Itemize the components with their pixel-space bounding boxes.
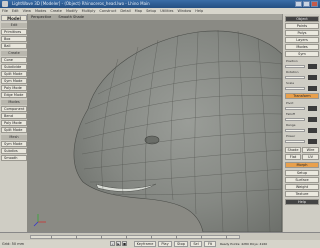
ball-label: Ball bbox=[4, 44, 11, 48]
power-label: Power bbox=[286, 134, 296, 138]
falloff-label: Falloff bbox=[286, 112, 295, 116]
split-mode-button[interactable]: Split Mode bbox=[1, 71, 27, 77]
box-label: Box bbox=[4, 37, 11, 41]
maximize-icon[interactable] bbox=[303, 1, 310, 7]
window-title: LightWave 3D [Modeler] - (Object) Rhinoc… bbox=[12, 1, 150, 6]
axis-icon bbox=[33, 214, 46, 227]
poly-mode-button[interactable]: Poly Mode bbox=[1, 85, 27, 91]
timeline bbox=[0, 232, 320, 240]
subdivide-button[interactable]: Subdivide bbox=[1, 64, 27, 70]
range-label: Range bbox=[286, 123, 296, 127]
poly-mode-label: Poly Mode bbox=[4, 86, 22, 90]
position-label: Position bbox=[286, 59, 298, 63]
ball-button[interactable]: Ball bbox=[1, 43, 27, 49]
play-button[interactable]: Play bbox=[158, 241, 172, 247]
window-controls bbox=[295, 1, 318, 7]
status-bar: Grid: 50 mm « ▶ ■ Keyframe Play Stop Sel… bbox=[0, 240, 320, 248]
model-tab[interactable]: Model bbox=[1, 15, 27, 21]
pivot-slider[interactable] bbox=[285, 106, 319, 111]
uv-button[interactable]: UV bbox=[302, 154, 319, 160]
group-modes: Modes bbox=[1, 100, 27, 105]
texture-button[interactable]: Texture bbox=[285, 191, 319, 197]
object-button[interactable]: Object bbox=[285, 16, 319, 22]
layers-button[interactable]: Layers bbox=[285, 37, 319, 43]
right-toolbar: Object Points Polys Layers Modes Sym Pos… bbox=[282, 14, 320, 234]
stop-icon[interactable]: ■ bbox=[122, 241, 127, 246]
help-button[interactable]: Help bbox=[285, 199, 319, 205]
playback-controls: « ▶ ■ bbox=[110, 241, 127, 246]
edge-mode-button[interactable]: Edge Mode bbox=[1, 92, 27, 98]
mesh-view[interactable] bbox=[28, 14, 282, 232]
scale-label: Scale bbox=[286, 81, 295, 85]
close-icon[interactable] bbox=[311, 1, 318, 7]
bend-label: Bend bbox=[4, 114, 13, 118]
setup-button[interactable]: Setup bbox=[285, 170, 319, 176]
poly-mode-2-button[interactable]: Poly Mode bbox=[1, 120, 27, 126]
rotation-slider[interactable] bbox=[285, 75, 319, 80]
rotation-label: Rotation bbox=[286, 70, 299, 74]
wire-button[interactable]: Wire bbox=[302, 147, 319, 153]
rhino-head-mesh[interactable] bbox=[73, 30, 282, 232]
minimize-icon[interactable] bbox=[295, 1, 302, 7]
info-text: Ready Points: 4280 Polys: 4160 bbox=[220, 242, 268, 246]
primitives-button[interactable]: Primitives bbox=[1, 29, 27, 35]
edge-mode-label: Edge Mode bbox=[4, 93, 24, 97]
position-slider[interactable] bbox=[285, 64, 319, 69]
fit-button[interactable]: Fit bbox=[204, 241, 216, 247]
surface-button[interactable]: Surface bbox=[285, 177, 319, 183]
modes-button[interactable]: Modes bbox=[285, 44, 319, 50]
shade-button[interactable]: Shade bbox=[285, 147, 301, 153]
subdivide-label: Subdivide bbox=[4, 65, 22, 69]
falloff-slider[interactable] bbox=[285, 117, 319, 122]
group-edit: Edit bbox=[1, 23, 27, 28]
smooth-label: Smooth bbox=[4, 156, 18, 160]
play-icon[interactable]: ▶ bbox=[116, 241, 121, 246]
points-button[interactable]: Points bbox=[285, 23, 319, 29]
flat-button[interactable]: Flat bbox=[285, 154, 301, 160]
group-create: Create bbox=[1, 51, 27, 56]
subdivs-label: Subdivs bbox=[4, 149, 18, 153]
sym-button[interactable]: Sym bbox=[285, 51, 319, 57]
poly-mode-2-label: Poly Mode bbox=[4, 121, 22, 125]
grid-status: Grid: 50 mm bbox=[2, 242, 25, 246]
rewind-icon[interactable]: « bbox=[110, 241, 115, 246]
stop-button[interactable]: Stop bbox=[174, 241, 188, 247]
sym-mode-button[interactable]: Sym Mode bbox=[1, 78, 27, 84]
box-button[interactable]: Box bbox=[1, 36, 27, 42]
primitives-label: Primitives bbox=[4, 30, 22, 34]
group-mesh: Mesh bbox=[1, 135, 27, 140]
sym-mode-2-button[interactable]: Sym Mode bbox=[1, 141, 27, 147]
split-mode-label: Split Mode bbox=[4, 72, 23, 76]
range-slider[interactable] bbox=[285, 128, 319, 133]
split-mode-2-label: Split Mode bbox=[4, 128, 23, 132]
cone-label: Cone bbox=[4, 58, 13, 62]
pivot-label: Pivot bbox=[286, 101, 294, 105]
cone-button[interactable]: Cone bbox=[1, 57, 27, 63]
left-toolbar: Model Edit Primitives Box Ball Create Co… bbox=[0, 14, 28, 234]
title-bar: LightWave 3D [Modeler] - (Object) Rhinoc… bbox=[0, 0, 320, 8]
perspective-viewport[interactable]: Perspective Smooth Shade bbox=[28, 14, 282, 232]
component-button[interactable]: Component bbox=[1, 106, 27, 112]
app-icon bbox=[2, 1, 8, 7]
sym-mode-label: Sym Mode bbox=[4, 79, 23, 83]
morph-button[interactable]: Morph bbox=[285, 162, 319, 168]
subdivs-button[interactable]: Subdivs bbox=[1, 148, 27, 154]
transform-button[interactable]: Transform bbox=[285, 93, 319, 99]
scale-slider[interactable] bbox=[285, 86, 319, 91]
weight-button[interactable]: Weight bbox=[285, 184, 319, 190]
component-label: Component bbox=[4, 107, 25, 111]
bend-button[interactable]: Bend bbox=[1, 113, 27, 119]
sym-mode-2-label: Sym Mode bbox=[4, 142, 23, 146]
polys-button[interactable]: Polys bbox=[285, 30, 319, 36]
smooth-button[interactable]: Smooth bbox=[1, 155, 27, 161]
keyframe-button[interactable]: Keyframe bbox=[134, 241, 156, 247]
timeline-track[interactable] bbox=[30, 235, 240, 239]
sel-button[interactable]: Sel bbox=[190, 241, 202, 247]
split-mode-2-button[interactable]: Split Mode bbox=[1, 127, 27, 133]
power-slider[interactable] bbox=[285, 139, 319, 144]
